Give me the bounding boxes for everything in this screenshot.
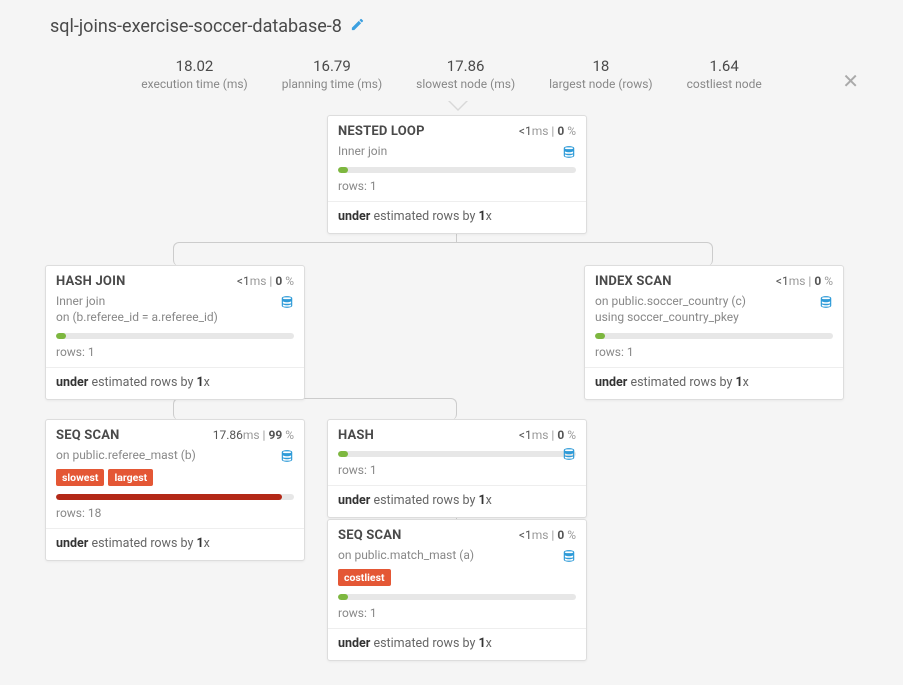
node-rows: 18 [88, 506, 102, 520]
plan-node-seq-scan-match[interactable]: SEQ SCAN <1ms | 0 % on public.match_mast… [327, 519, 587, 661]
node-title: SEQ SCAN [56, 428, 120, 443]
stat-costliest-node: 1.64 costliest node [687, 57, 762, 91]
node-metrics: 17.86ms | 99 % [213, 428, 294, 442]
node-metrics: <1ms | 0 % [519, 528, 576, 542]
node-estimate: under estimated rows by 1x [46, 529, 304, 560]
database-icon[interactable] [562, 445, 576, 461]
stats-bar: 18.02 execution time (ms) 16.79 planning… [20, 51, 883, 105]
tree-connector [173, 398, 457, 420]
node-relation: public.match_mast (a) [354, 548, 474, 562]
node-index: soccer_country_pkey [627, 310, 739, 324]
stat-label: planning time (ms) [282, 77, 382, 91]
plan-node-index-scan[interactable]: INDEX SCAN <1ms | 0 % on public.soccer_c… [584, 265, 844, 400]
database-icon[interactable] [819, 293, 833, 309]
node-metrics: <1ms | 0 % [519, 124, 576, 138]
node-rows: 1 [370, 606, 377, 620]
stat-label: slowest node (ms) [416, 77, 515, 91]
stat-largest-node: 18 largest node (rows) [549, 57, 652, 91]
node-condition: (b.referee_id = a.referee_id) [72, 310, 217, 324]
node-rows: 1 [88, 345, 95, 359]
badge-costliest: costliest [338, 569, 391, 586]
page-title: sql-joins-exercise-soccer-database-8 [50, 16, 342, 37]
stat-value: 1.64 [687, 57, 762, 75]
node-title: NESTED LOOP [338, 124, 425, 139]
database-icon[interactable] [562, 547, 576, 563]
stat-label: largest node (rows) [549, 77, 652, 91]
node-estimate: under estimated rows by 1x [46, 368, 304, 399]
node-title: HASH JOIN [56, 274, 125, 289]
node-rows: 1 [627, 345, 634, 359]
node-title: HASH [338, 428, 374, 443]
stat-label: execution time (ms) [141, 77, 247, 91]
node-estimate: under estimated rows by 1x [585, 368, 843, 399]
stat-exec-time: 18.02 execution time (ms) [141, 57, 247, 91]
badge-slowest: slowest [56, 469, 104, 486]
plan-node-seq-scan-referee[interactable]: SEQ SCAN 17.86ms | 99 % on public.refere… [45, 419, 305, 561]
tree-pointer-icon [448, 101, 468, 111]
plan-node-hash[interactable]: HASH <1ms | 0 % rows: 1 under estimated … [327, 419, 587, 518]
database-icon[interactable] [562, 143, 576, 159]
node-metrics: <1ms | 0 % [519, 428, 576, 442]
node-rows: 1 [370, 463, 377, 477]
stat-slowest-node: 17.86 slowest node (ms) [416, 57, 515, 91]
stat-value: 17.86 [416, 57, 515, 75]
plan-node-nested-loop[interactable]: NESTED LOOP <1ms | 0 % Inner join rows: … [327, 115, 587, 234]
plan-tree: NESTED LOOP <1ms | 0 % Inner join rows: … [20, 105, 883, 645]
node-metrics: <1ms | 0 % [776, 274, 833, 288]
node-relation: public.soccer_country (c) [611, 294, 746, 308]
node-metrics: <1ms | 0 % [237, 274, 294, 288]
edit-icon[interactable] [350, 17, 365, 36]
stat-label: costliest node [687, 77, 762, 91]
node-title: SEQ SCAN [338, 528, 402, 543]
node-relation: public.referee_mast (b) [72, 448, 195, 462]
database-icon[interactable] [280, 447, 294, 463]
node-subtext: Inner [338, 144, 368, 158]
stat-value: 16.79 [282, 57, 382, 75]
stat-value: 18.02 [141, 57, 247, 75]
badge-largest: largest [108, 469, 153, 486]
node-estimate: under estimated rows by 1x [328, 202, 586, 233]
node-estimate: under estimated rows by 1x [328, 486, 586, 517]
plan-node-hash-join[interactable]: HASH JOIN <1ms | 0 % Inner join on (b.re… [45, 265, 305, 400]
tree-connector [173, 242, 713, 266]
database-icon[interactable] [280, 293, 294, 309]
stat-value: 18 [549, 57, 652, 75]
node-rows: 1 [370, 179, 377, 193]
close-icon[interactable]: ✕ [842, 69, 859, 93]
node-title: INDEX SCAN [595, 274, 672, 289]
node-estimate: under estimated rows by 1x [328, 629, 586, 660]
stat-plan-time: 16.79 planning time (ms) [282, 57, 382, 91]
